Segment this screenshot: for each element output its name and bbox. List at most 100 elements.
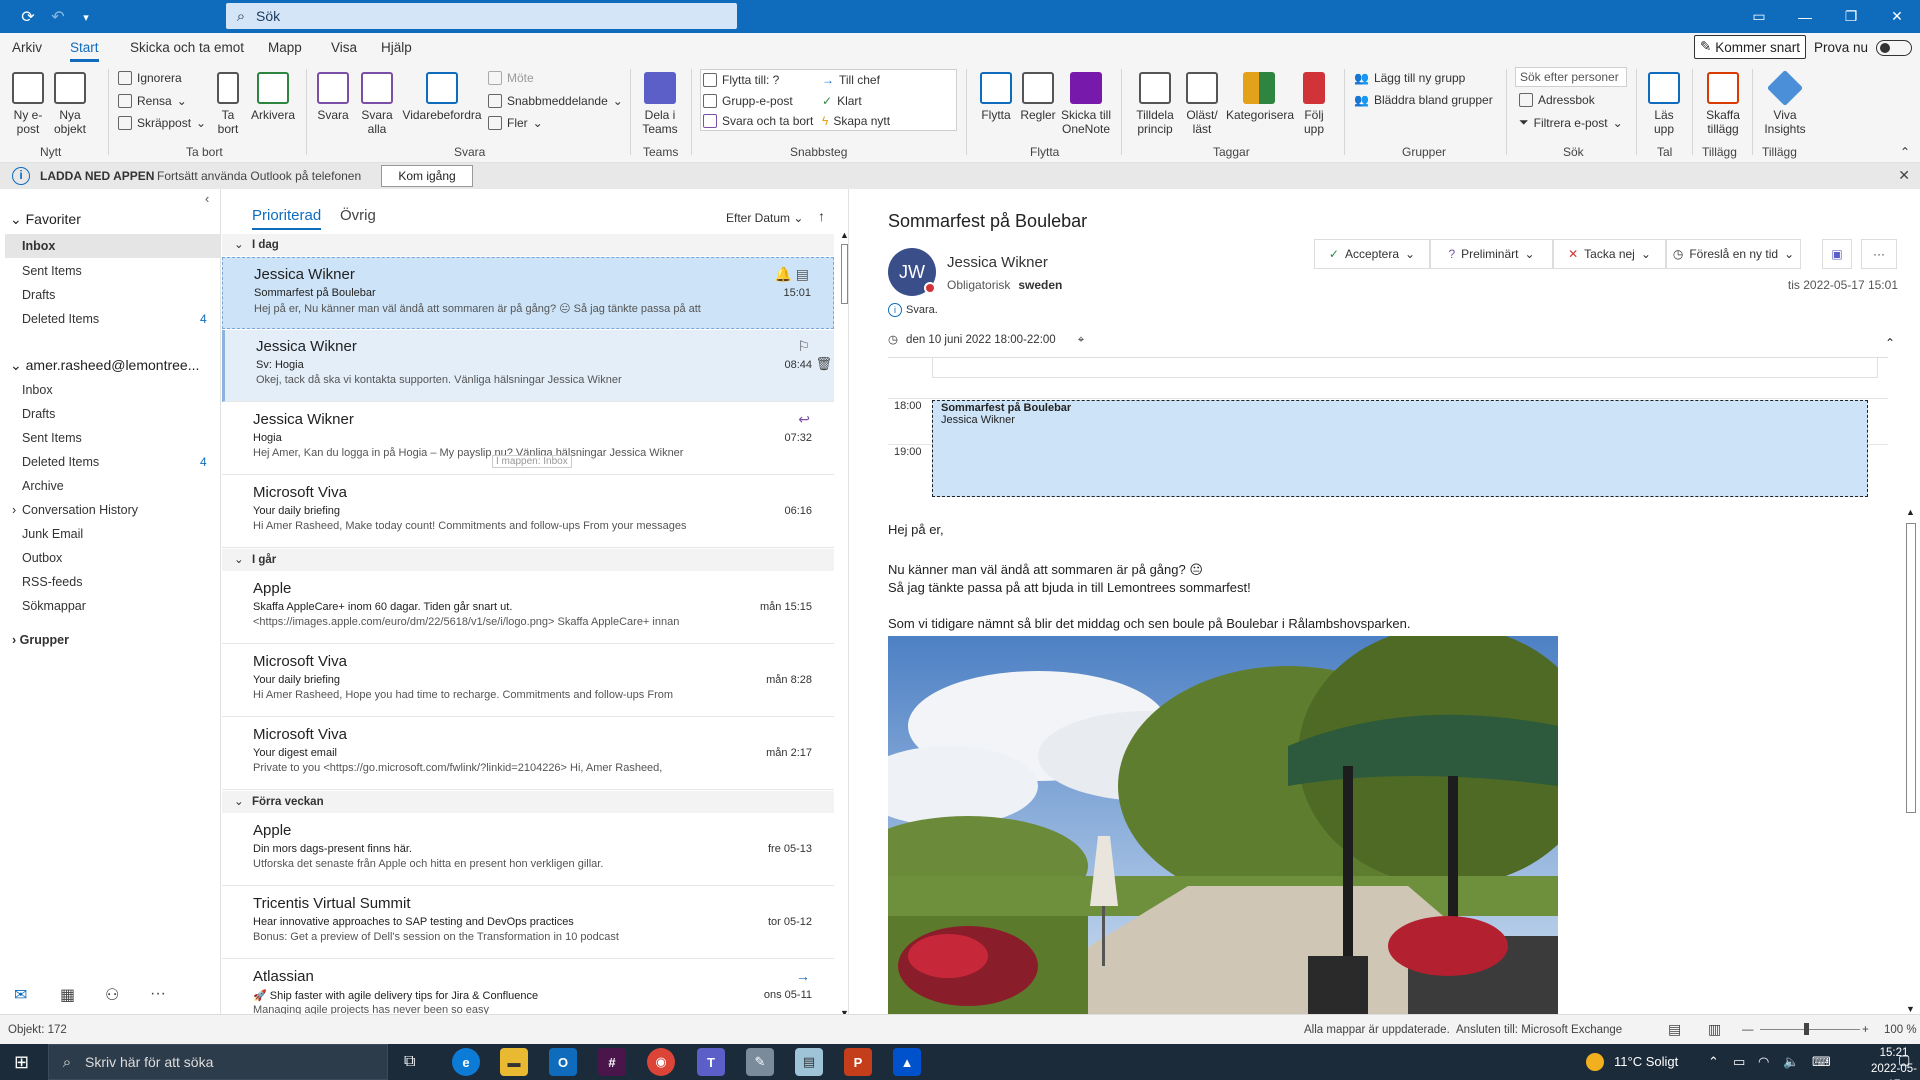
zoom-in-icon[interactable]: + [1862,1024,1869,1036]
flag-icon[interactable]: ⚐ [797,338,810,355]
calendar-icon[interactable]: ▦ [60,985,75,1005]
weather-text[interactable]: 11°C Soligt [1614,1054,1678,1069]
decline-button[interactable]: ✕ Tacka nej ⌄ [1553,239,1666,269]
zoom-slider[interactable] [1760,1029,1860,1030]
powerpoint-icon[interactable]: P [844,1048,872,1076]
search-people-input[interactable]: Sök efter personer [1515,67,1627,87]
folder-archive[interactable]: Archive [22,479,64,493]
zoom-slider-thumb[interactable] [1804,1023,1809,1035]
browse-groups-button[interactable]: 👥 Bläddra bland grupper [1354,93,1493,107]
new-group-button[interactable]: 👥 Lägg till ny grupp [1354,71,1465,85]
notepad-icon[interactable]: ▤ [795,1048,823,1076]
task-view-icon[interactable]: ⧉ [404,1053,415,1071]
coming-soon-button[interactable]: ✎ Kommer snart [1694,35,1806,59]
address-book-button[interactable]: Adressbok [1519,93,1595,107]
sync-icon[interactable]: ⟳ [16,6,40,28]
unread-read-button[interactable]: Oläst/ läst [1182,72,1222,136]
viva-insights-button[interactable]: Viva Insights [1760,69,1810,136]
search-input[interactable]: ⌕ Sök [226,3,737,29]
move-button[interactable]: Flytta [978,72,1014,122]
calendar-event[interactable]: Sommarfest på Boulebar Jessica Wikner [932,400,1868,497]
list-item[interactable]: Atlassian 🚀 Ship faster with agile deliv… [222,960,834,1014]
reply-all-button[interactable]: Svara alla [359,72,395,136]
chrome-icon[interactable]: ◉ [647,1048,675,1076]
mail-icon[interactable]: ✉ [14,985,27,1005]
folder-drafts[interactable]: Drafts [22,407,55,421]
list-item[interactable]: Microsoft Viva Your digest email Private… [222,718,834,790]
favorite-sent-items[interactable]: Sent Items [22,264,82,278]
list-item[interactable]: Tricentis Virtual Summit Hear innovative… [222,887,834,959]
more-apps-icon[interactable]: ··· [150,985,166,1003]
scroll-up-icon[interactable]: ▲ [840,230,849,240]
more-button[interactable]: Fler ⌄ [488,116,543,130]
volume-icon[interactable]: 🔈 [1783,1054,1799,1070]
collapse-ribbon-icon[interactable]: ⌃ [1900,145,1910,159]
folder-inbox[interactable]: Inbox [22,383,53,397]
sender-name[interactable]: Jessica Wikner [947,254,1048,271]
notifications-icon[interactable]: ▢ [1898,1052,1910,1068]
folder-search-folders[interactable]: Sökmappar [22,599,86,613]
normal-view-icon[interactable]: ▤ [1668,1021,1681,1038]
list-item[interactable]: Microsoft Viva Your daily briefing Hi Am… [222,476,834,548]
more-actions-button[interactable]: ··· [1861,239,1897,269]
favorite-drafts[interactable]: Drafts [22,288,55,302]
scrollbar-thumb[interactable] [841,244,848,304]
quickstep-team-email[interactable]: Grupp-e-post [703,94,793,108]
slack-icon[interactable]: # [598,1048,626,1076]
sort-dropdown[interactable]: Efter Datum ⌄ [726,211,803,225]
new-items-button[interactable]: Nya objekt [50,72,90,136]
im-button[interactable]: Snabbmeddelande ⌄ [488,94,623,108]
ribbon-display-icon[interactable]: ▭ [1736,0,1782,33]
quickstep-done[interactable]: ✓ Klart [822,94,862,108]
taskbar-search-input[interactable]: ⌕ Skriv här för att söka [48,1044,388,1080]
send-onenote-button[interactable]: Skicka till OneNote [1060,72,1112,136]
tab-arkiv[interactable]: Arkiv [12,40,42,55]
accept-button[interactable]: ✓ Acceptera ⌄ [1314,239,1430,269]
list-item[interactable]: Apple Din mors dags-present finns här. U… [222,814,834,886]
tray-chevron-icon[interactable]: ⌃ [1708,1054,1719,1070]
new-email-button[interactable]: Ny e-post [8,72,48,136]
tab-send-receive[interactable]: Skicka och ta emot [130,40,244,55]
folder-conversation-history[interactable]: › Conversation History [12,503,138,517]
folder-rss-feeds[interactable]: RSS-feeds [22,575,82,589]
tab-folder[interactable]: Mapp [268,40,302,55]
folder-junk-email[interactable]: Junk Email [22,527,83,541]
group-header-yesterday[interactable]: ⌄ I går [222,549,834,571]
scroll-up-icon[interactable]: ▲ [1906,507,1915,517]
wifi-icon[interactable]: ◠ [1758,1054,1769,1070]
delete-button[interactable]: Ta bort [213,72,243,136]
tab-start[interactable]: Start [70,40,99,62]
reading-pane-scrollbar[interactable]: ▲ ▼ [1905,507,1917,1014]
clean-button[interactable]: Rensa ⌄ [118,94,187,108]
archive-button[interactable]: Arkivera [250,72,296,122]
read-aloud-button[interactable]: Läs upp [1646,72,1682,136]
assign-policy-button[interactable]: Tilldela princip [1130,72,1180,136]
groups-header[interactable]: › Grupper [12,633,69,647]
scrollbar-thumb[interactable] [1906,523,1916,813]
folder-sent-items[interactable]: Sent Items [22,431,82,445]
app-icon[interactable]: ✎ [746,1048,774,1076]
zoom-out-icon[interactable]: — [1742,1024,1754,1036]
avatar[interactable]: JW [888,248,936,296]
share-teams-button[interactable]: Dela i Teams [640,72,680,136]
language-icon[interactable]: ⌨ [1812,1054,1831,1070]
favorite-deleted-items[interactable]: Deleted Items [22,312,99,326]
edge-icon[interactable]: e [452,1048,480,1076]
close-banner-icon[interactable]: ✕ [1898,167,1910,184]
ignore-button[interactable]: Ignorera [118,71,182,85]
close-icon[interactable]: ✕ [1874,0,1920,33]
junk-button[interactable]: Skräppost ⌄ [118,116,206,130]
list-item[interactable]: Jessica Wikner Hogia Hej Amer, Kan du lo… [222,403,834,475]
quickstep-move-to[interactable]: Flytta till: ? [703,73,779,87]
tentative-button[interactable]: ? Preliminärt ⌄ [1430,239,1553,269]
list-item[interactable]: Jessica Wikner Sv: Hogia Okej, tack då s… [222,330,834,402]
favorites-header[interactable]: ⌄ Favoriter [10,211,81,228]
rules-button[interactable]: Regler [1020,72,1056,122]
reading-view-icon[interactable]: ▥ [1708,1021,1721,1038]
minimize-icon[interactable]: — [1782,0,1828,33]
collapse-calendar-icon[interactable]: ⌃ [1885,336,1895,350]
restore-icon[interactable]: ❐ [1828,0,1874,33]
forward-button[interactable]: Vidarebefordra [402,72,482,122]
windows-start-icon[interactable]: ⊞ [14,1052,29,1073]
quickstep-create-new[interactable]: ϟ Skapa nytt [822,114,890,128]
